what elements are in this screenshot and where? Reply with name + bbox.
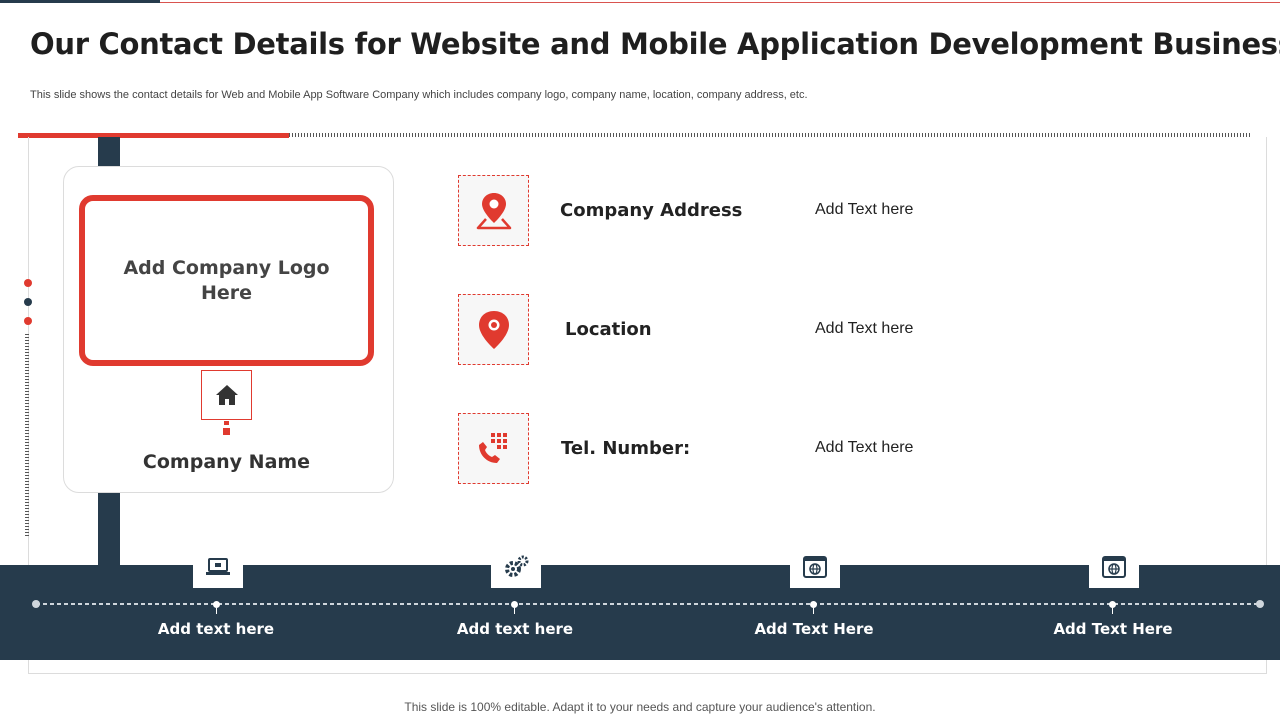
contact-label-telephone: Tel. Number: — [561, 438, 691, 459]
gears-icon — [491, 546, 541, 588]
top-accent-line — [160, 2, 1280, 3]
side-dot-red — [24, 317, 32, 325]
map-pin-icon — [458, 175, 529, 246]
timeline-stem — [514, 608, 515, 614]
slide-subtitle: This slide shows the contact details for… — [30, 89, 808, 101]
timeline-dot — [213, 601, 220, 608]
side-dashed-line — [25, 334, 29, 537]
home-icon — [201, 370, 252, 420]
contact-value-telephone[interactable]: Add Text here — [815, 439, 913, 457]
feature-label-3[interactable]: Add Text Here — [714, 620, 914, 638]
bottom-band — [0, 565, 1280, 660]
timeline-dot — [810, 601, 817, 608]
contact-label-address: Company Address — [560, 200, 743, 221]
contact-value-location[interactable]: Add Text here — [815, 320, 913, 338]
side-dot-navy — [24, 298, 32, 306]
timeline-stem — [813, 608, 814, 614]
timeline-start-dot — [32, 600, 40, 608]
logo-placeholder-text: Add Company Logo Here — [123, 256, 330, 304]
contact-value-address[interactable]: Add Text here — [815, 201, 913, 219]
feature-label-1[interactable]: Add text here — [116, 620, 316, 638]
browser-globe-icon — [790, 546, 840, 588]
timeline-dot — [1109, 601, 1116, 608]
connector-dots-icon — [223, 421, 230, 435]
timeline-stem — [1112, 608, 1113, 614]
top-accent-bar — [0, 0, 160, 3]
laptop-icon — [193, 546, 243, 588]
timeline-end-dot — [1256, 600, 1264, 608]
timeline-stem — [216, 608, 217, 614]
feature-label-2[interactable]: Add text here — [415, 620, 615, 638]
browser-globe-icon — [1089, 546, 1139, 588]
slide-footer: This slide is 100% editable. Adapt it to… — [404, 700, 876, 714]
phone-dialpad-icon — [458, 413, 529, 484]
company-logo-placeholder[interactable]: Add Company Logo Here — [79, 195, 374, 366]
timeline-dot — [511, 601, 518, 608]
company-name: Company Name — [142, 451, 311, 473]
feature-label-4[interactable]: Add Text Here — [1013, 620, 1213, 638]
side-dot-red — [24, 279, 32, 287]
location-pin-icon — [458, 294, 529, 365]
slide-title: Our Contact Details for Website and Mobi… — [30, 27, 1280, 61]
contact-label-location: Location — [565, 319, 652, 340]
